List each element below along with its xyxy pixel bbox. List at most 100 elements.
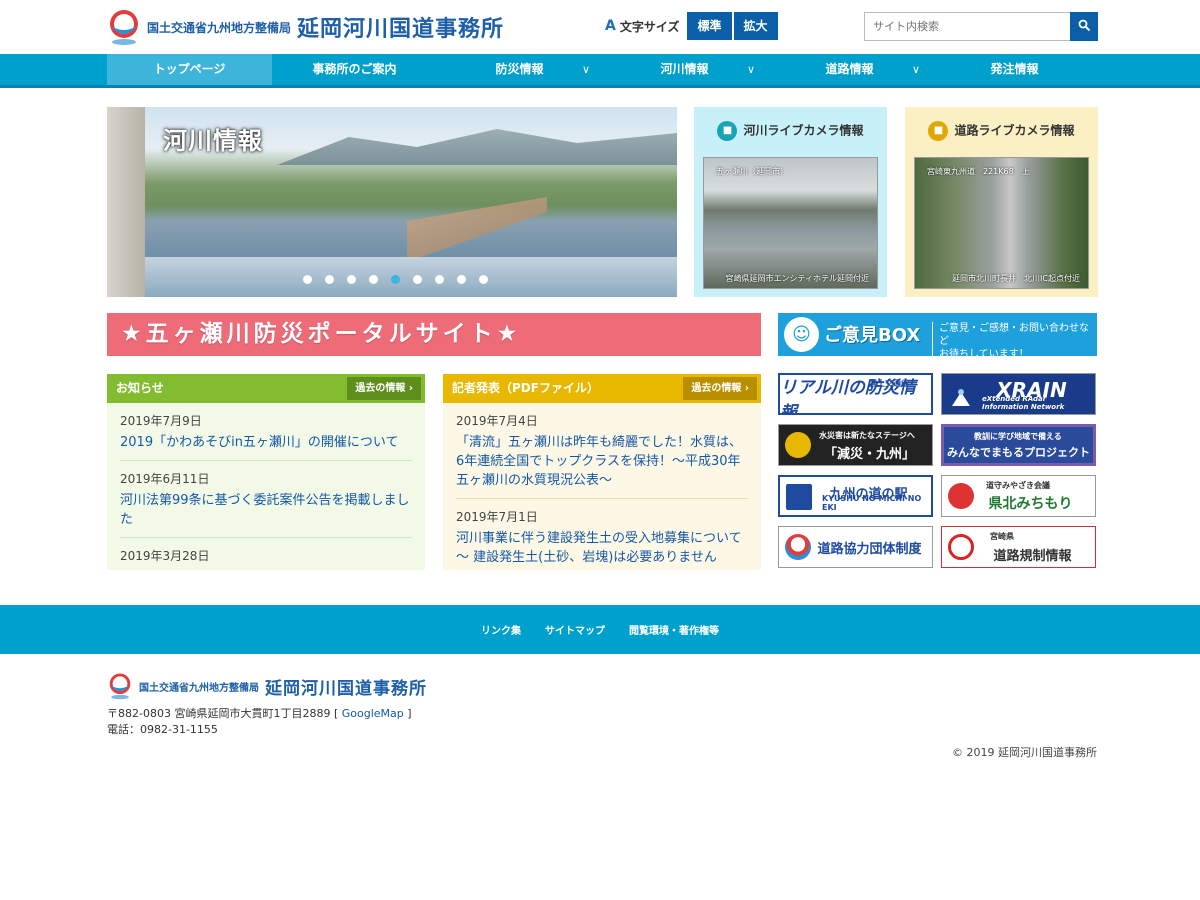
banner-sub: 道守みやざき会議 [986, 481, 1050, 490]
nav-label: 事務所のご案内 [312, 62, 397, 76]
press-title: 記者発表（PDFファイル） [452, 381, 599, 395]
global-nav: トップページ 事務所のご案内 防災情報 ∨ 河川情報 ∨ 道路情報 ∨ 発注情報 [0, 54, 1200, 88]
banner-sub: KYUSHU NO MICHI NO EKI [822, 494, 922, 512]
notice-title: お知らせ [116, 381, 164, 395]
river-camera-image[interactable]: 五ヶ瀬川（延岡市） 宮崎県延岡市エンシティホテル延岡付近 [703, 157, 878, 289]
opinion-title: ご意見BOX [824, 325, 921, 346]
nav-label: 河川情報 [660, 62, 709, 76]
slider-dot[interactable] [479, 275, 488, 284]
michimori-banner[interactable]: 道守みやざき会議 県北みちもり [941, 475, 1096, 517]
nav-top[interactable]: トップページ [107, 54, 272, 85]
banner-sub: 宮崎県 [990, 532, 1014, 541]
banner-label: 「減災・九州」 [823, 446, 915, 462]
notice-header: お知らせ 過去の情報 › [107, 374, 425, 403]
camera-caption-bottom: 宮崎県延岡市エンシティホテル延岡付近 [725, 274, 869, 283]
search-icon [1078, 19, 1090, 31]
river-camera-title: 河川ライブカメラ情報 [743, 123, 864, 138]
footer-logo[interactable]: 国土交通省九州地方整備局 延岡河川国道事務所 [107, 672, 427, 700]
footer-bar: リンク集 サイトマップ 閲覧環境・著作権等 [0, 605, 1200, 654]
road-restriction-banner[interactable]: 宮崎県 道路規制情報 [941, 526, 1096, 568]
press-list: 2019年7月4日 「清流」五ヶ瀬川は昨年も綺麗でした！水質は、6年連続全国でト… [443, 403, 761, 570]
gokase-portal-banner[interactable]: ★五ヶ瀬川防災ポータルサイト★ [107, 313, 761, 356]
footer-link-links[interactable]: リンク集 [481, 622, 521, 637]
site-search [864, 12, 1098, 41]
road-camera-card[interactable]: ■ 道路ライブカメラ情報 宮崎東九州道 221K68 上 延岡市北川町長井 北川I… [905, 107, 1098, 297]
footer-address: 〒882-0803 宮崎県延岡市大貫町1丁目2889 [ GoogleMap ]… [107, 706, 412, 738]
press-more-button[interactable]: 過去の情報 › [683, 377, 757, 400]
slider-dot[interactable] [347, 275, 356, 284]
address-text: 〒882-0803 宮崎県延岡市大貫町1丁目2889 [ [107, 707, 339, 720]
nav-road[interactable]: 道路情報 ∨ [767, 54, 932, 85]
news-date: 2019年7月4日 [456, 414, 538, 428]
nav-label: 防災情報 [495, 62, 544, 76]
road-camera-title: 道路ライブカメラ情報 [954, 123, 1075, 138]
slider-dot[interactable] [413, 275, 422, 284]
hero-slider[interactable]: 河川情報 [107, 107, 677, 297]
news-link[interactable]: 河川法第99条に基づく委託案件公告を掲載しました [120, 491, 412, 529]
nav-orders[interactable]: 発注情報 [932, 54, 1097, 85]
real-river-info-banner[interactable]: 国土交通省 リアル川の防災情報 [778, 373, 933, 415]
news-link[interactable]: 「清流」五ヶ瀬川は昨年も綺麗でした！水質は、6年連続全国でトップクラスを保持！～… [456, 433, 748, 490]
slider-dot[interactable] [457, 275, 466, 284]
banner-label: 県北みちもり [988, 496, 1073, 512]
opinion-subtitle: ご意見・ご感想・お問い合わせなど お待ちしています！ [932, 322, 1097, 361]
opinion-sub-line: ご意見・ご感想・お問い合わせなど [939, 323, 1089, 347]
opinion-box-banner[interactable]: ☺ ご意見BOX ご意見・ご感想・お問い合わせなど お待ちしています！ [778, 313, 1097, 361]
michimori-logo-icon [948, 483, 974, 509]
footer-link-environment[interactable]: 閲覧環境・著作権等 [629, 622, 719, 637]
news-date: 2019年3月28日 [120, 549, 210, 563]
river-camera-card[interactable]: ■ 河川ライブカメラ情報 五ヶ瀬川（延岡市） 宮崎県延岡市エンシティホテル延岡付近 [694, 107, 887, 297]
nav-river[interactable]: 河川情報 ∨ [602, 54, 767, 85]
slider-dot[interactable] [303, 275, 312, 284]
font-standard-button[interactable]: 標準 [687, 12, 732, 40]
phone-number: 電話：0982-31-1155 [107, 723, 218, 736]
org-title: 延岡河川国道事務所 [265, 678, 427, 699]
gensai-kyushu-banner[interactable]: 水災害は新たなステージへ 「減災・九州」 [778, 424, 933, 466]
nav-label: トップページ [153, 62, 226, 76]
search-input[interactable] [864, 12, 1070, 41]
chevron-down-icon: ∨ [911, 63, 920, 76]
footer-links: リンク集 サイトマップ 閲覧環境・著作権等 [0, 605, 1200, 654]
video-camera-icon: ■ [717, 121, 738, 141]
news-date: 2019年7月9日 [120, 414, 202, 428]
mamoru-project-banner[interactable]: 教訓に学び地域で備える みんなでまもるプロジェクト [941, 424, 1096, 466]
news-date: 2019年7月1日 [456, 510, 538, 524]
notice-more-button[interactable]: 過去の情報 › [347, 377, 421, 400]
slider-dot[interactable] [391, 275, 400, 284]
googlemap-link[interactable]: GoogleMap [342, 707, 404, 720]
site-logo[interactable]: 国土交通省九州地方整備局 延岡河川国道事務所 [107, 8, 504, 46]
slider-dot[interactable] [325, 275, 334, 284]
radar-icon [952, 389, 970, 406]
hero-title: 河川情報 [163, 127, 263, 155]
news-date: 2019年6月11日 [120, 472, 210, 486]
camera-caption-bottom: 延岡市北川町長井 北川IC起点付近 [952, 274, 1080, 283]
chevron-down-icon: ∨ [746, 63, 755, 76]
news-link[interactable]: 2019「かわあそびin五ヶ瀬川」の開催について [120, 433, 412, 452]
nav-office[interactable]: 事務所のご案内 [272, 54, 437, 85]
news-link[interactable]: 河川事業に伴う建設発生土の受入地募集について～ 建設発生土(土砂、岩塊)は必要あ… [456, 529, 748, 567]
michi-no-eki-banner[interactable]: 九州の道の駅 KYUSHU NO MICHI NO EKI [778, 475, 933, 517]
road-partner-banner[interactable]: 道路協力団体制度 [778, 526, 933, 568]
road-camera-image[interactable]: 宮崎東九州道 221K68 上 延岡市北川町長井 北川IC起点付近 [914, 157, 1089, 289]
font-large-button[interactable]: 拡大 [733, 12, 778, 40]
footer-link-sitemap[interactable]: サイトマップ [545, 622, 605, 637]
hero-photo-mountains [277, 129, 677, 165]
org-title: 延岡河川国道事務所 [297, 17, 505, 42]
notice-panel: お知らせ 過去の情報 › 2019年7月9日 2019「かわあそびin五ヶ瀬川」… [107, 374, 425, 570]
notice-list: 2019年7月9日 2019「かわあそびin五ヶ瀬川」の開催について 2019年… [107, 403, 425, 570]
nav-label: 道路情報 [825, 62, 874, 76]
xrain-banner[interactable]: XRAIN eXtended RAdar Information Network [941, 373, 1096, 415]
banner-sub: 水災害は新たなステージへ [819, 431, 915, 440]
address-end: ] [407, 707, 412, 720]
nav-disaster[interactable]: 防災情報 ∨ [437, 54, 602, 85]
page: 国土交通省九州地方整備局 延岡河川国道事務所 A 文字サイズ 標準 拡大 トップ… [0, 0, 1200, 900]
banner-sub: eXtended RAdar Information Network [982, 395, 1065, 411]
banner-label: みんなでまもるプロジェクト [947, 446, 1090, 459]
banner-sub: 国土交通省 [869, 379, 909, 388]
slider-dot[interactable] [435, 275, 444, 284]
chevron-down-icon: ∨ [581, 63, 590, 76]
logo-mark-icon [110, 10, 138, 45]
list-item: 2019年6月11日 河川法第99条に基づく委託案件公告を掲載しました [120, 461, 412, 538]
search-button[interactable] [1070, 12, 1098, 41]
slider-dot[interactable] [369, 275, 378, 284]
